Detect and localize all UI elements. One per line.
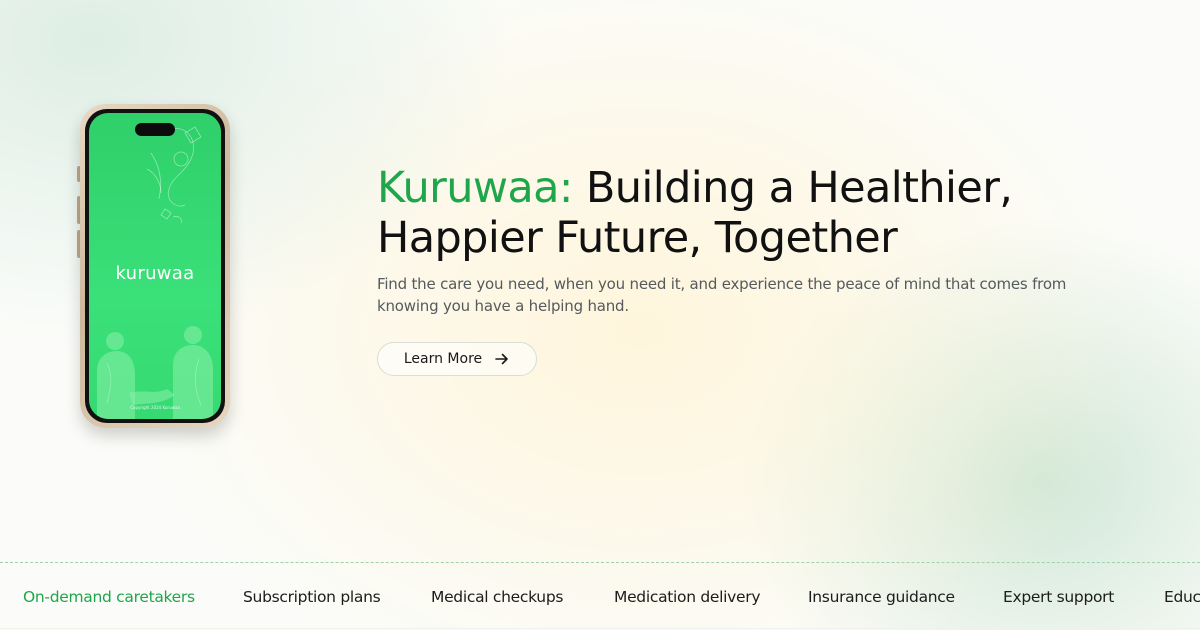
hero-title-line2: Happier Future, Together xyxy=(377,213,898,263)
service-medication-delivery[interactable]: Medication delivery xyxy=(614,586,761,608)
arrow-right-icon xyxy=(495,353,508,365)
learn-more-button[interactable]: Learn More xyxy=(377,342,537,376)
phone-mockup: kuruwaa Copyright 2024 Kuruwaa xyxy=(77,104,230,428)
phone-app-logo: kuruwaa xyxy=(115,263,195,284)
service-insurance-guidance[interactable]: Insurance guidance xyxy=(808,586,955,608)
service-expert-support[interactable]: Expert support xyxy=(1003,586,1114,608)
service-medical-checkups[interactable]: Medical checkups xyxy=(431,586,563,608)
service-subscription-plans[interactable]: Subscription plans xyxy=(243,586,381,608)
hero-brand-name: Kuruwaa: xyxy=(377,163,573,213)
phone-screen: kuruwaa Copyright 2024 Kuruwaa xyxy=(89,113,221,419)
hero-description: Find the care you need, when you need it… xyxy=(377,275,1067,315)
services-divider xyxy=(0,562,1200,563)
services-bottom-border xyxy=(0,628,1200,629)
phone-dynamic-island xyxy=(135,123,175,136)
service-on-demand-caretakers[interactable]: On-demand caretakers xyxy=(23,586,195,608)
learn-more-label: Learn More xyxy=(403,351,483,367)
service-education[interactable]: Educ xyxy=(1164,586,1200,608)
hero-title: Kuruwaa: Building a Healthier, Happier Fu… xyxy=(377,163,1097,263)
phone-copyright: Copyright 2024 Kuruwaa xyxy=(130,405,180,410)
hero-title-line1: Building a Healthier, xyxy=(572,163,1013,213)
